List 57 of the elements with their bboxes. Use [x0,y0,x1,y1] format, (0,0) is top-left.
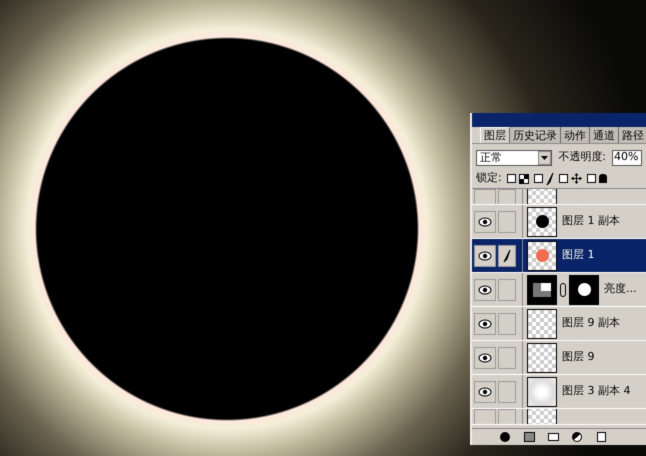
panel-tab[interactable]: 通道 [590,127,619,143]
brush-icon [546,172,554,186]
blend-mode-dropdown[interactable]: 正常 [476,150,552,166]
brush-icon [503,248,511,262]
layer-name: 图层 9 副本 [562,315,620,332]
visibility-toggle[interactable] [474,210,496,232]
panel-tab[interactable]: 图层 [480,127,510,143]
layer-row[interactable]: 图层 3 副本 4 [472,375,646,409]
eye-icon[interactable] [478,386,492,396]
layer-thumbnail [527,376,557,406]
eye-icon[interactable] [478,318,492,328]
layer-row[interactable]: 亮度... [472,273,646,307]
lock-icon [598,174,607,183]
brush-toggle[interactable] [498,278,516,300]
mask-thumbnail [569,274,599,304]
layer-thumbnail [527,308,557,338]
lock-checkbox[interactable] [558,174,568,183]
layer-row[interactable]: 图层 1 [472,239,646,273]
opacity-label: 不透明度: [558,149,606,166]
eye-icon[interactable] [478,352,492,362]
layer-name: 图层 1 [562,247,594,264]
layer-name: 亮度... [604,281,636,298]
brush-toggle[interactable] [498,210,516,232]
layer-row[interactable] [472,409,646,425]
panel-tab[interactable]: 历史记录 [510,127,561,143]
adjustment-thumbnail [527,274,557,304]
lock-checkbox[interactable] [506,174,516,183]
brush-toggle[interactable] [498,244,516,266]
caret-icon [541,156,548,160]
layer-row[interactable]: 图层 9 副本 [472,307,646,341]
eye-icon[interactable] [478,216,492,226]
layer-thumbnail [527,342,557,372]
eye-icon[interactable] [478,250,492,260]
eye-icon[interactable] [478,284,492,294]
layer-name: 图层 3 副本 4 [562,383,630,400]
layer-row[interactable]: 图层 1 副本 [472,205,646,239]
lock-checkbox[interactable] [534,174,543,183]
visibility-toggle[interactable] [474,278,496,300]
opacity-field[interactable]: 40% [612,150,642,166]
layer-name: 图层 1 副本 [562,213,620,230]
move-icon [570,173,582,184]
brush-toggle[interactable] [498,312,516,334]
visibility-toggle[interactable] [474,312,496,334]
layer-name: 图层 9 [562,349,594,366]
panel-tab[interactable]: 动作 [561,127,590,143]
brush-toggle[interactable] [498,380,516,402]
layer-row[interactable]: 图层 9 [472,341,646,375]
lock-label: 锁定: [476,170,502,186]
visibility-toggle[interactable] [474,346,496,368]
lock-checkbox[interactable] [586,174,596,183]
link-icon [560,282,566,296]
checker-icon [518,174,529,184]
brush-toggle[interactable] [498,346,516,368]
dropdown-arrow-button[interactable] [538,150,552,164]
visibility-toggle[interactable] [474,380,496,402]
visibility-toggle[interactable] [474,244,496,266]
panel-tab[interactable]: 路径 [619,127,646,143]
